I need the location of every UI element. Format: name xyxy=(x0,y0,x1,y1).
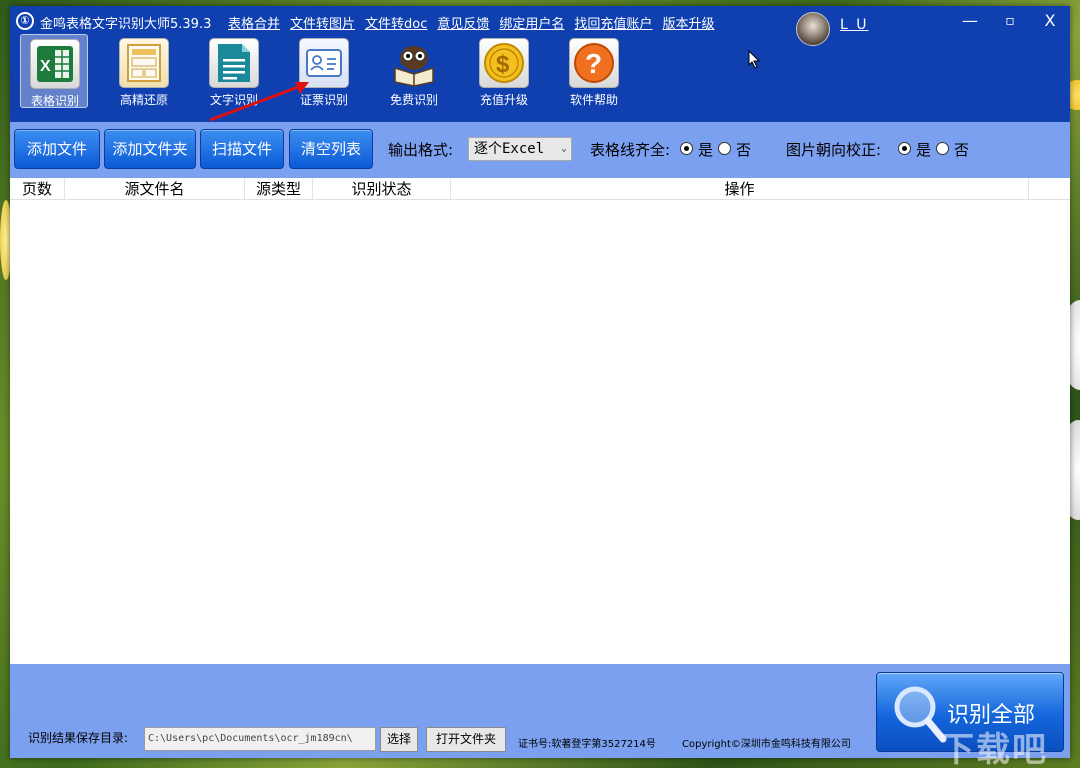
watermark: 下载吧 xyxy=(940,730,1048,768)
image-orientation-label: 图片朝向校正: xyxy=(786,141,882,159)
choose-dir-button[interactable]: 选择 xyxy=(380,727,418,752)
owl-book-icon xyxy=(389,38,439,88)
output-format-value: 逐个Excel xyxy=(474,141,545,157)
menu-file-to-image[interactable]: 文件转图片 xyxy=(290,13,355,32)
table-lines-yes-label: 是 xyxy=(698,141,714,159)
tool-label: 充值升级 xyxy=(479,93,528,107)
tool-label: 高精还原 xyxy=(119,93,168,107)
orientation-yes-radio[interactable] xyxy=(898,142,911,155)
orientation-yes-label: 是 xyxy=(916,141,932,159)
username[interactable]: L U xyxy=(840,17,869,33)
menu-recover-account[interactable]: 找回充值账户 xyxy=(574,13,652,32)
orientation-no-radio[interactable] xyxy=(936,142,949,155)
add-folder-button[interactable]: 添加文件夹 xyxy=(104,129,196,169)
menu-table-merge[interactable]: 表格合并 xyxy=(228,13,280,32)
table-lines-yes-radio[interactable] xyxy=(680,142,693,155)
svg-text:?: ? xyxy=(585,48,602,79)
annotation-arrow-icon xyxy=(209,82,309,122)
menu-bind-username[interactable]: 绑定用户名 xyxy=(499,13,564,32)
svg-text:X: X xyxy=(40,58,51,75)
tool-label: 表格识别 xyxy=(30,94,79,108)
chevron-down-icon: ⌄ xyxy=(560,143,567,154)
table-lines-label: 表格线齐全: xyxy=(590,141,671,159)
excel-icon: X xyxy=(30,39,80,89)
save-dir-input[interactable]: C:\Users\pc\Documents\ocr_jm189cn\ xyxy=(144,727,376,751)
menu-upgrade[interactable]: 版本升级 xyxy=(662,13,714,32)
tool-free-recognition[interactable]: 免费识别 xyxy=(380,34,448,108)
open-folder-button[interactable]: 打开文件夹 xyxy=(426,727,506,752)
column-source-type[interactable]: 源类型 xyxy=(245,178,313,200)
app-logo-icon: ① xyxy=(16,12,34,30)
add-file-button[interactable]: 添加文件 xyxy=(14,129,100,169)
svg-text:$: $ xyxy=(496,51,510,78)
help-icon: ? xyxy=(569,38,619,88)
tool-label: 免费识别 xyxy=(389,93,438,107)
app-window: ① 金鸣表格文字识别大师5.39.3 表格合并 文件转图片 文件转doc 意见反… xyxy=(10,6,1070,758)
tool-recharge-upgrade[interactable]: $ 充值升级 xyxy=(470,34,538,108)
layout-icon xyxy=(119,38,169,88)
top-menu: 表格合并 文件转图片 文件转doc 意见反馈 绑定用户名 找回充值账户 版本升级 xyxy=(228,13,714,32)
output-format-select[interactable]: 逐个Excel ⌄ xyxy=(468,137,572,161)
menu-feedback[interactable]: 意见反馈 xyxy=(437,13,489,32)
orientation-no-label: 否 xyxy=(954,141,970,159)
tool-table-recognition[interactable]: X 表格识别 xyxy=(20,34,88,108)
options-bar: 添加文件 添加文件夹 扫描文件 清空列表 输出格式: 逐个Excel ⌄ 表格线… xyxy=(10,122,1070,178)
menu-file-to-doc[interactable]: 文件转doc xyxy=(365,13,427,32)
copyright-text: Copyright©深圳市金鸣科技有限公司 xyxy=(682,739,851,750)
table-lines-no-radio[interactable] xyxy=(718,142,731,155)
tool-label: 软件帮助 xyxy=(569,93,618,107)
certificate-number: 证书号:软著登字第3527214号 xyxy=(518,739,656,750)
coin-icon: $ xyxy=(479,38,529,88)
main-toolbar: X 表格识别 高精还原 文字识别 证票识别 免费识别 $ 充值升级 ? 软件帮助 xyxy=(10,32,1070,122)
table-lines-no-label: 否 xyxy=(736,141,752,159)
save-dir-label: 识别结果保存目录: xyxy=(28,731,129,745)
clear-list-button[interactable]: 清空列表 xyxy=(289,129,373,169)
app-title: 金鸣表格文字识别大师5.39.3 xyxy=(40,17,212,32)
column-source-filename[interactable]: 源文件名 xyxy=(65,178,245,200)
column-pages[interactable]: 页数 xyxy=(10,178,65,200)
output-format-label: 输出格式: xyxy=(388,141,454,159)
column-actions[interactable]: 操作 xyxy=(451,178,1029,200)
tool-software-help[interactable]: ? 软件帮助 xyxy=(560,34,628,108)
tool-high-precision[interactable]: 高精还原 xyxy=(110,34,178,108)
table-header: 页数 源文件名 源类型 识别状态 操作 xyxy=(10,178,1070,200)
mouse-cursor-icon xyxy=(748,50,761,69)
file-list-table[interactable]: 页数 源文件名 源类型 识别状态 操作 xyxy=(10,178,1070,664)
scan-file-button[interactable]: 扫描文件 xyxy=(200,129,284,169)
bottom-bar: 识别结果保存目录: C:\Users\pc\Documents\ocr_jm18… xyxy=(10,664,1070,758)
column-status[interactable]: 识别状态 xyxy=(313,178,451,200)
